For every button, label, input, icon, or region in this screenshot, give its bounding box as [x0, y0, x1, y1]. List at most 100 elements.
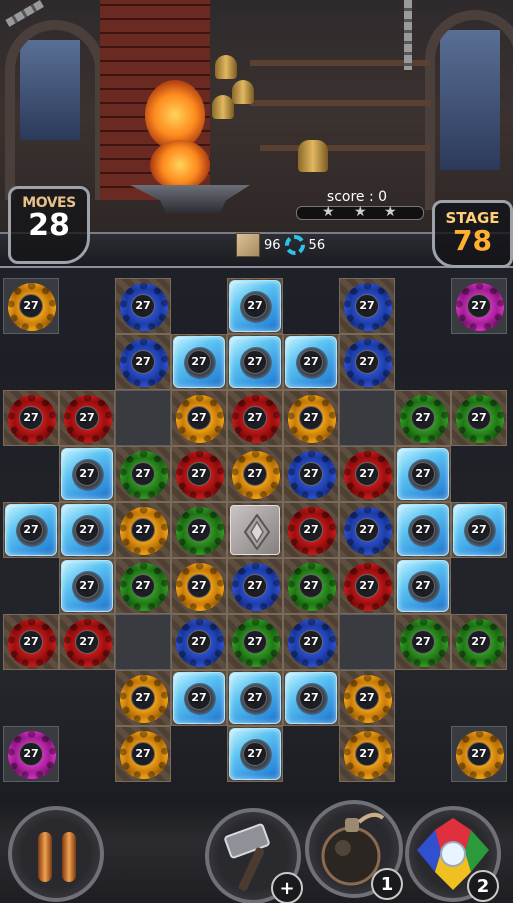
gear-tile-green[interactable]: 27 — [115, 446, 171, 502]
gear-tile-orange[interactable]: 27 — [339, 726, 395, 782]
hammer-add-badge[interactable]: + — [271, 872, 303, 903]
gear-counter: 27 — [4, 391, 58, 445]
gear-tile-orange[interactable]: 27 — [3, 278, 59, 334]
gear-tile-red[interactable]: 27 — [59, 390, 115, 446]
gear-counter: 27 — [452, 279, 506, 333]
gear-tile-orange[interactable]: 27 — [115, 670, 171, 726]
hammer-booster-button[interactable]: + — [205, 808, 303, 903]
ice-tile[interactable]: 27 — [451, 502, 507, 558]
gear-tile-blue[interactable]: 27 — [283, 446, 339, 502]
gear-counter-value: 27 — [131, 518, 155, 542]
ice-tile[interactable]: 27 — [395, 502, 451, 558]
metal-block-tile[interactable] — [227, 502, 283, 558]
gear-counter-value: 27 — [299, 686, 323, 710]
gear-counter: 27 — [452, 615, 506, 669]
ice-tile[interactable]: 27 — [59, 502, 115, 558]
ice-tile[interactable]: 27 — [227, 278, 283, 334]
bomb-count-badge: 1 — [371, 868, 403, 900]
gear-tile-green[interactable]: 27 — [115, 558, 171, 614]
gear-counter: 27 — [396, 503, 450, 557]
gear-tile-red[interactable]: 27 — [59, 614, 115, 670]
gear-counter: 27 — [284, 391, 338, 445]
gear-tile-red[interactable]: 27 — [171, 446, 227, 502]
bell-icon — [232, 80, 254, 104]
gear-counter-value: 27 — [187, 574, 211, 598]
gear-counter: 27 — [340, 447, 394, 501]
gear-tile-red[interactable]: 27 — [339, 446, 395, 502]
gear-tile-blue[interactable]: 27 — [227, 558, 283, 614]
gear-tile-green[interactable]: 27 — [283, 558, 339, 614]
ice-tile[interactable]: 27 — [3, 502, 59, 558]
gear-counter: 27 — [228, 391, 282, 445]
gear-counter: 27 — [396, 447, 450, 501]
ice-tile[interactable]: 27 — [227, 334, 283, 390]
ice-tile[interactable]: 27 — [395, 558, 451, 614]
gear-counter-value: 27 — [131, 742, 155, 766]
gear-tile-magenta[interactable]: 27 — [3, 726, 59, 782]
gear-tile-blue[interactable]: 27 — [283, 614, 339, 670]
gear-tile-blue[interactable]: 27 — [115, 278, 171, 334]
ice-tile[interactable]: 27 — [283, 670, 339, 726]
paper-icon — [236, 233, 260, 257]
ice-tile[interactable]: 27 — [227, 726, 283, 782]
ice-tile[interactable]: 27 — [171, 670, 227, 726]
gear-tile-orange[interactable]: 27 — [115, 726, 171, 782]
gear-tile-red[interactable]: 27 — [227, 390, 283, 446]
ice-tile[interactable]: 27 — [283, 334, 339, 390]
gear-tile-orange[interactable]: 27 — [171, 390, 227, 446]
gear-counter: 27 — [228, 335, 282, 389]
gear-counter: 27 — [452, 503, 506, 557]
ice-tile[interactable]: 27 — [395, 446, 451, 502]
gear-counter-value: 27 — [187, 350, 211, 374]
gear-counter: 27 — [172, 615, 226, 669]
ice-tile[interactable]: 27 — [59, 446, 115, 502]
gear-tile-orange[interactable]: 27 — [171, 558, 227, 614]
gear-tile-orange[interactable]: 27 — [339, 670, 395, 726]
gear-counter-value: 27 — [299, 574, 323, 598]
gear-tile-blue[interactable]: 27 — [339, 334, 395, 390]
bomb-booster-button[interactable]: 1 — [305, 800, 403, 900]
gear-tile-orange[interactable]: 27 — [283, 390, 339, 446]
ice-tile[interactable]: 27 — [171, 334, 227, 390]
bell-icon — [215, 55, 237, 79]
gear-tile-green[interactable]: 27 — [395, 390, 451, 446]
stage-panel: STAGE 78 — [432, 200, 513, 268]
ice-tile[interactable]: 27 — [59, 558, 115, 614]
gear-tile-blue[interactable]: 27 — [339, 502, 395, 558]
gear-tile-green[interactable]: 27 — [451, 390, 507, 446]
gear-tile-magenta[interactable]: 27 — [451, 278, 507, 334]
gear-tile-orange[interactable]: 27 — [115, 502, 171, 558]
gear-tile-orange[interactable]: 27 — [227, 446, 283, 502]
arch-left — [5, 20, 105, 200]
game-board: 27 27 27 27 27 27 27 27 27 27 27 27 27 27 27 27 27 27 27 27… — [0, 262, 513, 802]
gear-counter: 27 — [172, 559, 226, 613]
gear-tile-green[interactable]: 27 — [395, 614, 451, 670]
gear-counter-value: 27 — [75, 462, 99, 486]
gear-counter: 27 — [116, 559, 170, 613]
shelf-mid — [250, 100, 430, 106]
gear-tile-blue[interactable]: 27 — [339, 278, 395, 334]
gear-counter-value: 27 — [299, 462, 323, 486]
gear-counter-value: 27 — [131, 686, 155, 710]
gear-counter-value: 27 — [75, 406, 99, 430]
pause-button[interactable] — [8, 806, 104, 902]
gem-booster-button[interactable]: 2 — [405, 806, 501, 902]
gear-tile-orange[interactable]: 27 — [451, 726, 507, 782]
gear-tile-green[interactable]: 27 — [227, 614, 283, 670]
gear-counter-value: 27 — [355, 574, 379, 598]
gear-tile-green[interactable]: 27 — [451, 614, 507, 670]
cog-count: 56 — [308, 237, 326, 253]
gear-tile-green[interactable]: 27 — [171, 502, 227, 558]
ice-tile[interactable]: 27 — [227, 670, 283, 726]
gear-counter-value: 27 — [19, 742, 43, 766]
shelf-low — [260, 145, 430, 151]
gear-tile-red[interactable]: 27 — [3, 614, 59, 670]
gear-tile-red[interactable]: 27 — [283, 502, 339, 558]
gear-tile-blue[interactable]: 27 — [115, 334, 171, 390]
score-text: score : 0 — [326, 189, 388, 205]
gear-counter-value: 27 — [243, 406, 267, 430]
gear-tile-red[interactable]: 27 — [339, 558, 395, 614]
game-screen: MOVES 28 score : 0 ★ ★ ★ 96 56 STAGE 78 … — [0, 0, 513, 903]
gear-tile-blue[interactable]: 27 — [171, 614, 227, 670]
gear-tile-red[interactable]: 27 — [3, 390, 59, 446]
